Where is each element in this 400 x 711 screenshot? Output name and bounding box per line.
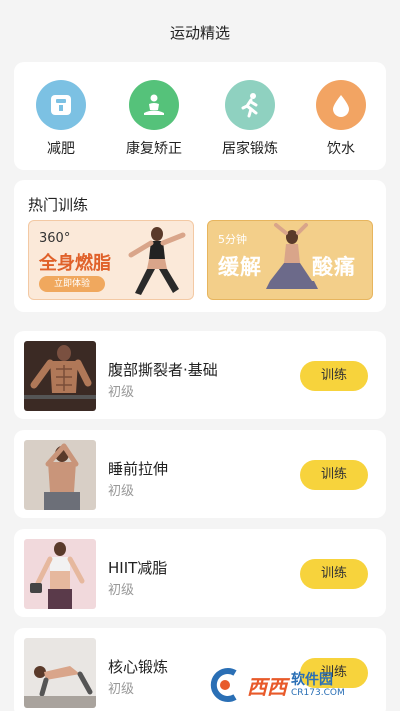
train-button[interactable]: 训练 — [300, 361, 368, 391]
banner-title: 全身燃脂 — [39, 253, 111, 274]
workout-name: HIIT减脂 — [108, 559, 168, 577]
workout-level: 初级 — [108, 484, 135, 499]
hot-training-card: 热门训练 360° 全身燃脂 立即体验 5分钟 缓解 酸痛 — [14, 180, 386, 312]
workout-row[interactable]: 腹部撕裂者·基础 初级 训练 — [14, 331, 386, 419]
meditation-icon — [129, 80, 179, 130]
category-rehab[interactable]: 康复矫正 — [114, 80, 194, 158]
workout-level: 初级 — [108, 583, 135, 598]
workout-name: 核心锻炼 — [108, 658, 169, 676]
section-title: 热门训练 — [28, 196, 89, 214]
category-label: 减肥 — [47, 141, 75, 157]
banner-subtitle: 360° — [39, 231, 71, 246]
try-now-button[interactable]: 立即体验 — [39, 276, 105, 292]
page-title: 运动精选 — [169, 24, 230, 42]
running-icon — [225, 80, 275, 130]
watermark-url: CR173.COM — [291, 688, 345, 698]
workout-thumbnail — [24, 341, 96, 411]
workout-name: 腹部撕裂者·基础 — [108, 361, 218, 379]
water-drop-icon — [316, 80, 366, 130]
scale-icon — [36, 80, 86, 130]
category-label: 居家锻炼 — [222, 141, 278, 157]
watermark-text: 软件园 — [291, 672, 333, 688]
workout-row[interactable]: HIIT减脂 初级 训练 — [14, 529, 386, 617]
yoga-pose-image — [266, 223, 318, 289]
category-card: 减肥 康复矫正 居家锻炼 饮水 — [14, 62, 386, 170]
banner-relieve-soreness[interactable]: 5分钟 缓解 酸痛 — [207, 220, 373, 300]
workout-level: 初级 — [108, 385, 135, 400]
athlete-image — [128, 227, 186, 295]
workout-row[interactable]: 睡前拉伸 初级 训练 — [14, 430, 386, 518]
logo-icon — [210, 668, 237, 702]
workout-thumbnail — [24, 539, 96, 609]
workout-level: 初级 — [108, 682, 135, 697]
banner-subtitle: 5分钟 — [218, 233, 247, 246]
workout-thumbnail — [24, 440, 96, 510]
banner-title-part1: 缓解 — [218, 255, 262, 279]
train-button[interactable]: 训练 — [300, 460, 368, 490]
banner-fat-burn[interactable]: 360° 全身燃脂 立即体验 — [28, 220, 194, 300]
workout-thumbnail — [24, 638, 96, 708]
category-water[interactable]: 饮水 — [301, 80, 381, 158]
category-label: 康复矫正 — [126, 141, 182, 157]
train-button[interactable]: 训练 — [300, 559, 368, 589]
watermark-logo: 西西 软件园 CR173.COM — [205, 664, 395, 706]
category-label: 饮水 — [327, 141, 355, 157]
category-weight-loss[interactable]: 减肥 — [21, 80, 101, 158]
workout-name: 睡前拉伸 — [108, 460, 169, 478]
category-home-workout[interactable]: 居家锻炼 — [210, 80, 290, 158]
watermark-brand: 西西 — [247, 674, 287, 699]
